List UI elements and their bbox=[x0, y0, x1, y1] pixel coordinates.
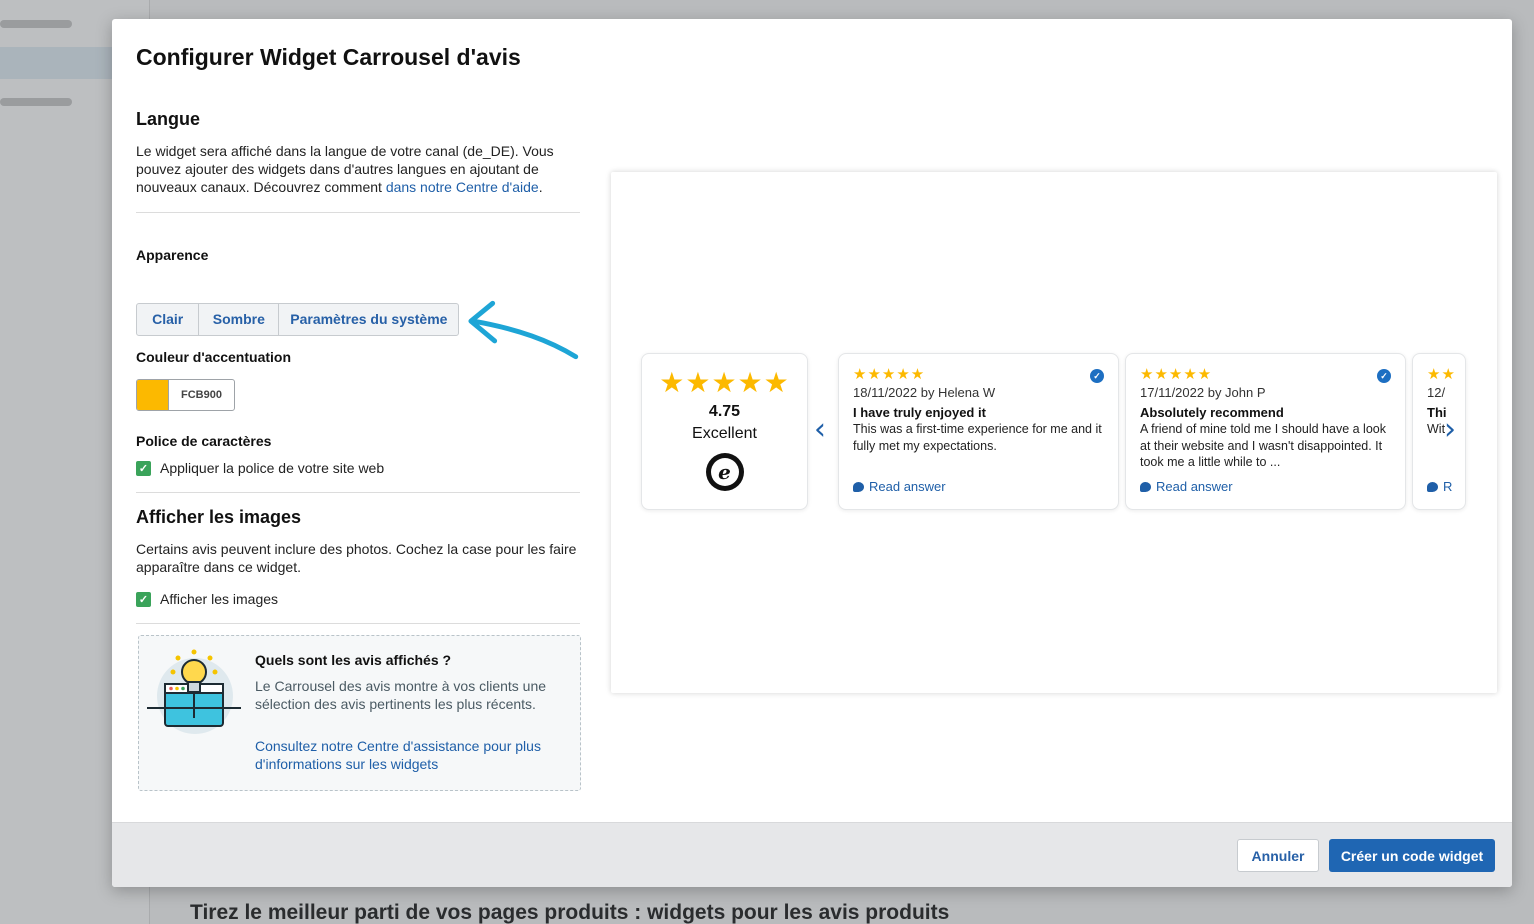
apparence-option-systeme[interactable]: Paramètres du système bbox=[279, 304, 458, 335]
accent-color-hex[interactable]: FCB900 bbox=[169, 380, 234, 410]
summary-card: ★★★★★ 4.75 Excellent e bbox=[641, 353, 808, 510]
cancel-button[interactable]: Annuler bbox=[1237, 839, 1319, 872]
review-body: A friend of mine told me I should have a… bbox=[1140, 422, 1386, 469]
read-answer-label: R bbox=[1443, 479, 1453, 494]
create-widget-code-button[interactable]: Créer un code widget bbox=[1329, 839, 1495, 872]
speech-bubble-icon bbox=[1427, 481, 1438, 492]
info-box: Quels sont les avis affichés ? Le Carrou… bbox=[138, 635, 581, 791]
review-card: ★★★★★ ✓ 17/11/2022 by John P Absolutely … bbox=[1125, 353, 1406, 510]
apparence-label: Apparence bbox=[136, 247, 209, 263]
lightbulb-laptop-icon bbox=[147, 649, 241, 734]
divider bbox=[136, 212, 580, 213]
summary-rating: 4.75 bbox=[708, 403, 741, 420]
widget-preview: ★★★★★ 4.75 Excellent e ‹ ★★★★★ ✓ 18/11/2… bbox=[611, 172, 1497, 693]
settings-panel: Langue Le widget sera affiché dans la la… bbox=[136, 109, 580, 624]
review-meta: 18/11/2022 by Helena W bbox=[853, 385, 996, 400]
configure-widget-modal: Configurer Widget Carrousel d'avis Langu… bbox=[112, 19, 1512, 887]
divider bbox=[136, 623, 580, 624]
read-answer-link[interactable]: Read answer bbox=[853, 479, 946, 494]
apparence-toggle: Clair Sombre Paramètres du système bbox=[136, 302, 460, 336]
info-title: Quels sont les avis affichés ? bbox=[255, 652, 452, 668]
background-sidebar-item bbox=[0, 20, 72, 28]
apparence-option-sombre[interactable]: Sombre bbox=[199, 303, 280, 335]
review-meta: 12/ bbox=[1427, 385, 1446, 400]
review-body: This was a first-time experience for me … bbox=[853, 422, 1102, 453]
review-stars: ★★★★★ bbox=[853, 366, 926, 383]
langue-text-end: . bbox=[538, 179, 543, 195]
accent-color-picker[interactable]: FCB900 bbox=[136, 379, 235, 411]
trusted-shops-logo-icon: e bbox=[705, 453, 744, 491]
police-checkbox-row[interactable]: ✓ Appliquer la police de votre site web bbox=[136, 460, 580, 476]
police-label: Police de caractères bbox=[136, 433, 272, 449]
summary-stars: ★★★★★ bbox=[659, 367, 790, 398]
review-meta: 17/11/2022 by John P bbox=[1140, 385, 1266, 400]
annotation-arrow-icon bbox=[468, 300, 579, 360]
review-stars: ★★ bbox=[1427, 366, 1456, 383]
images-checkbox-label: Afficher les images bbox=[160, 591, 279, 607]
background-sidebar-item bbox=[0, 98, 72, 106]
images-heading: Afficher les images bbox=[136, 507, 302, 527]
divider bbox=[136, 492, 580, 493]
images-description: Certains avis peuvent inclure des photos… bbox=[136, 541, 577, 575]
police-checkbox[interactable]: ✓ bbox=[136, 460, 151, 476]
verified-icon: ✓ bbox=[1090, 369, 1104, 383]
apparence-option-clair[interactable]: Clair bbox=[137, 303, 200, 335]
modal-footer: Annuler Créer un code widget bbox=[112, 822, 1512, 887]
logo-letter: e bbox=[710, 458, 739, 486]
modal-title: Configurer Widget Carrousel d'avis bbox=[136, 44, 521, 70]
verified-icon: ✓ bbox=[1377, 369, 1391, 383]
langue-heading: Langue bbox=[136, 109, 201, 129]
read-answer-link[interactable]: R bbox=[1427, 479, 1452, 494]
review-title: I have truly enjoyed it bbox=[853, 405, 986, 420]
carousel-next-icon[interactable]: › bbox=[1444, 415, 1456, 445]
background-page-heading: Tirez le meilleur parti de vos pages pro… bbox=[190, 901, 950, 924]
carousel-prev-icon[interactable]: ‹ bbox=[814, 415, 826, 445]
review-card-partial: ★★ 12/ Thi Wit R bbox=[1412, 353, 1466, 510]
review-stars: ★★★★★ bbox=[1140, 366, 1213, 383]
langue-description: Le widget sera affiché dans la langue de… bbox=[136, 142, 580, 196]
police-checkbox-label: Appliquer la police de votre site web bbox=[160, 460, 385, 476]
images-checkbox[interactable]: ✓ bbox=[136, 591, 151, 607]
info-text: Le Carrousel des avis montre à vos clien… bbox=[255, 678, 547, 712]
speech-bubble-icon bbox=[853, 481, 864, 492]
summary-label: Excellent bbox=[692, 425, 757, 442]
read-answer-link[interactable]: Read answer bbox=[1140, 479, 1233, 494]
read-answer-label: Read answer bbox=[1156, 479, 1233, 494]
read-answer-label: Read answer bbox=[869, 479, 946, 494]
review-card: ★★★★★ ✓ 18/11/2022 by Helena W I have tr… bbox=[838, 353, 1119, 510]
accent-color-swatch[interactable] bbox=[137, 380, 169, 410]
review-title: Absolutely recommend bbox=[1140, 405, 1284, 420]
speech-bubble-icon bbox=[1140, 481, 1151, 492]
images-checkbox-row[interactable]: ✓ Afficher les images bbox=[136, 591, 580, 607]
help-center-link[interactable]: dans notre Centre d'aide bbox=[386, 179, 539, 195]
info-help-link[interactable]: Consultez notre Centre d'assistance pour… bbox=[255, 737, 565, 773]
